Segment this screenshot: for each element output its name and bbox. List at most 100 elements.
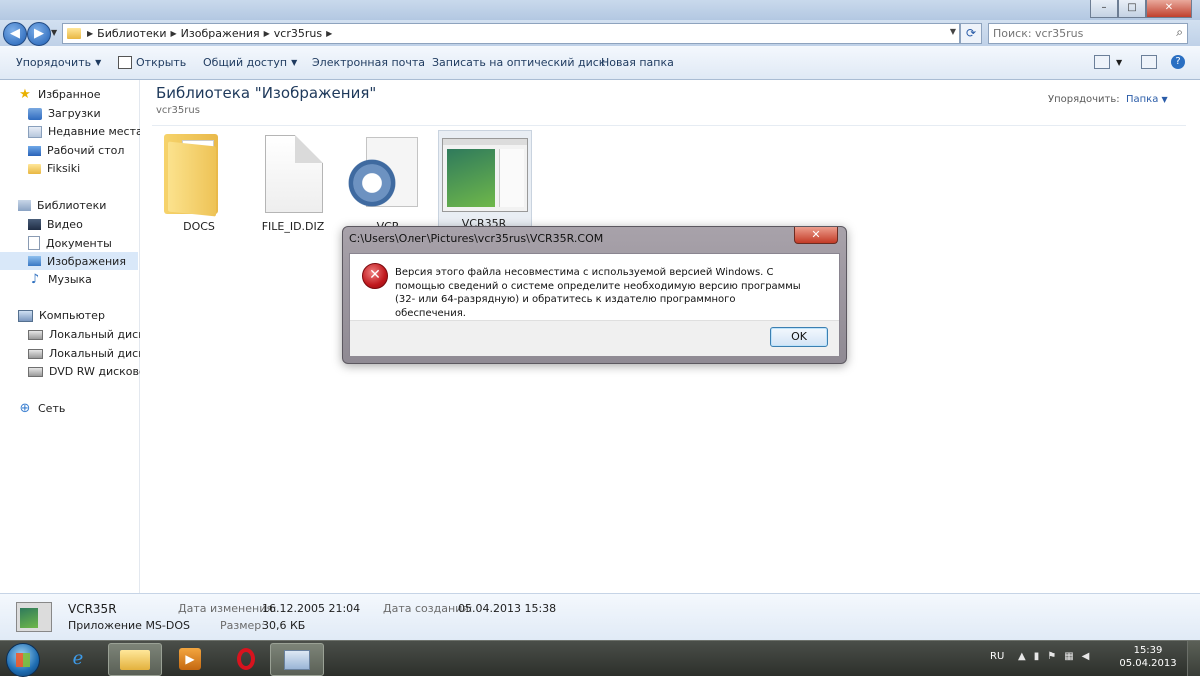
error-icon: ✕ (362, 263, 388, 289)
open-button[interactable]: Открыть (118, 56, 186, 69)
sidebar-item-downloads[interactable]: Загрузки (28, 107, 101, 120)
sidebar-item-recent[interactable]: Недавние места (28, 125, 143, 138)
chevron-up-icon[interactable]: ▲ (1018, 651, 1026, 662)
pictures-icon (28, 256, 41, 266)
sidebar-item-label: Библиотеки (37, 199, 107, 212)
chevron-down-icon: ▼ (291, 58, 298, 67)
folder-icon (120, 649, 150, 670)
document-icon[interactable] (265, 135, 323, 213)
error-dialog-taskbar-button[interactable] (270, 643, 324, 676)
organize-button[interactable]: Упорядочить ▼ (16, 56, 101, 69)
gear-icon[interactable] (348, 137, 418, 217)
dvd-drive-icon (28, 366, 43, 377)
chevron-down-icon: ▼ (1116, 57, 1123, 67)
drive-icon (28, 329, 43, 340)
folder-icon (28, 163, 41, 174)
sort-dropdown[interactable]: Папка ▼ (1126, 94, 1168, 105)
date: 05.04.2013 (1119, 658, 1177, 669)
opera-icon[interactable] (220, 643, 272, 674)
sidebar-item-label: Видео (47, 218, 83, 231)
sidebar-item-label: Изображения (47, 254, 126, 268)
folder-icon[interactable] (162, 130, 222, 217)
search-box[interactable]: ⌕ (988, 23, 1188, 44)
open-label: Открыть (136, 56, 187, 69)
back-button[interactable]: ◀ (3, 22, 27, 46)
clock[interactable]: 15:39 05.04.2013 (1118, 644, 1178, 670)
flag-icon[interactable]: ⚑ (1047, 651, 1056, 662)
system-tray: ▲ ▮ ⚑ ▦ ◀ (1018, 651, 1089, 662)
explorer-taskbar-button[interactable] (108, 643, 162, 676)
burn-button[interactable]: Записать на оптический диск (432, 56, 605, 69)
change-view-button[interactable]: ▼ (1094, 55, 1122, 69)
sidebar-item-desktop[interactable]: Рабочий стол (28, 144, 124, 157)
sidebar-item-label: Fiksiki (47, 162, 81, 175)
file-item-file-id[interactable]: FILE_ID.DIZ (253, 216, 333, 233)
history-dropdown[interactable]: ▼ (51, 28, 57, 37)
dialog-body: ✕ Версия этого файла несовместима с испо… (349, 253, 840, 356)
star-icon: ★ (19, 86, 31, 102)
minimize-button[interactable]: – (1090, 0, 1118, 18)
maximize-button[interactable]: □ (1118, 0, 1146, 18)
breadcrumb-images[interactable]: Изображения (181, 27, 260, 40)
internet-explorer-icon[interactable]: ℯ (52, 643, 104, 674)
start-button[interactable] (6, 643, 40, 677)
ok-button[interactable]: OK (770, 327, 828, 347)
forward-button[interactable]: ▶ (27, 22, 51, 46)
sidebar-item-label: Компьютер (39, 309, 105, 322)
modified-value: 16.12.2005 21:04 (262, 602, 361, 615)
burn-label: Записать на оптический диск (432, 56, 606, 69)
details-name: VCR35R (68, 602, 117, 616)
breadcrumb: ▶ Библиотеки ▶ Изображения ▶ vcr35rus ▶ (87, 27, 332, 40)
language-indicator[interactable]: RU (990, 651, 1004, 662)
network-icon[interactable]: ▦ (1064, 651, 1073, 662)
address-dropdown-icon[interactable]: ▼ (950, 27, 956, 36)
search-input[interactable] (989, 24, 1165, 43)
sidebar-item-computer[interactable]: Компьютер (18, 309, 105, 322)
sidebar-item-network[interactable]: ⊕ Сеть (18, 402, 66, 416)
page-title: Библиотека "Изображения" (156, 84, 377, 102)
new-folder-button[interactable]: Новая папка (601, 56, 674, 69)
navigation-pane: ★ Избранное Загрузки Недавние места Рабо… (0, 80, 161, 593)
dialog-close-button[interactable]: ✕ (794, 227, 838, 244)
preview-pane-button[interactable] (1141, 55, 1157, 69)
sidebar-item-images[interactable]: Изображения (0, 252, 138, 270)
file-item-docs[interactable]: DOCS (159, 216, 239, 233)
sidebar-item-video[interactable]: Видео (28, 218, 83, 231)
divider (152, 125, 1186, 126)
details-type: Приложение MS-DOS (68, 619, 190, 632)
time: 15:39 (1133, 645, 1163, 656)
taskbar: ℯ ▶ RU ▲ ▮ ⚑ ▦ ◀ 15:39 05.04.2013 (0, 640, 1200, 677)
details-pane: VCR35R Приложение MS-DOS Дата изменения:… (0, 593, 1200, 641)
volume-icon[interactable]: ◀ (1082, 651, 1090, 662)
sidebar-item-fiksiki[interactable]: Fiksiki (28, 162, 80, 175)
help-button[interactable]: ? (1171, 55, 1185, 69)
sidebar-item-favorites[interactable]: ★ Избранное (18, 86, 100, 102)
search-icon[interactable]: ⌕ (1176, 25, 1183, 40)
application-icon[interactable] (442, 138, 528, 212)
chevron-down-icon: ▼ (1161, 95, 1168, 104)
sidebar-item-music[interactable]: ♪ Музыка (28, 273, 92, 287)
email-label: Электронная почта (312, 56, 426, 69)
view-icon (1094, 55, 1110, 69)
recent-places-icon (28, 125, 42, 138)
sidebar-item-label: Документы (46, 236, 112, 250)
breadcrumb-libraries[interactable]: Библиотеки (97, 27, 166, 40)
show-desktop-button[interactable] (1187, 641, 1200, 676)
breadcrumb-vcr35rus[interactable]: vcr35rus (274, 27, 322, 40)
sidebar-item-label: Музыка (48, 273, 92, 286)
open-icon (118, 56, 132, 69)
computer-icon (18, 309, 33, 322)
address-bar[interactable]: ▶ Библиотеки ▶ Изображения ▶ vcr35rus ▶ … (62, 23, 960, 44)
sidebar-item-libraries[interactable]: Библиотеки (18, 199, 106, 212)
signal-icon[interactable]: ▮ (1034, 651, 1040, 662)
close-window-button[interactable]: ✕ (1146, 0, 1192, 18)
size-value: 30,6 КБ (262, 619, 306, 632)
share-button[interactable]: Общий доступ ▼ (203, 56, 297, 69)
sidebar-item-label: Загрузки (48, 107, 101, 120)
library-subtitle: vcr35rus (156, 105, 200, 116)
sidebar-item-documents[interactable]: Документы (28, 236, 112, 250)
email-button[interactable]: Электронная почта (312, 56, 425, 69)
organize-label: Упорядочить (16, 56, 92, 69)
media-player-icon[interactable]: ▶ (164, 643, 216, 674)
refresh-button[interactable]: ⟳ (960, 23, 982, 44)
